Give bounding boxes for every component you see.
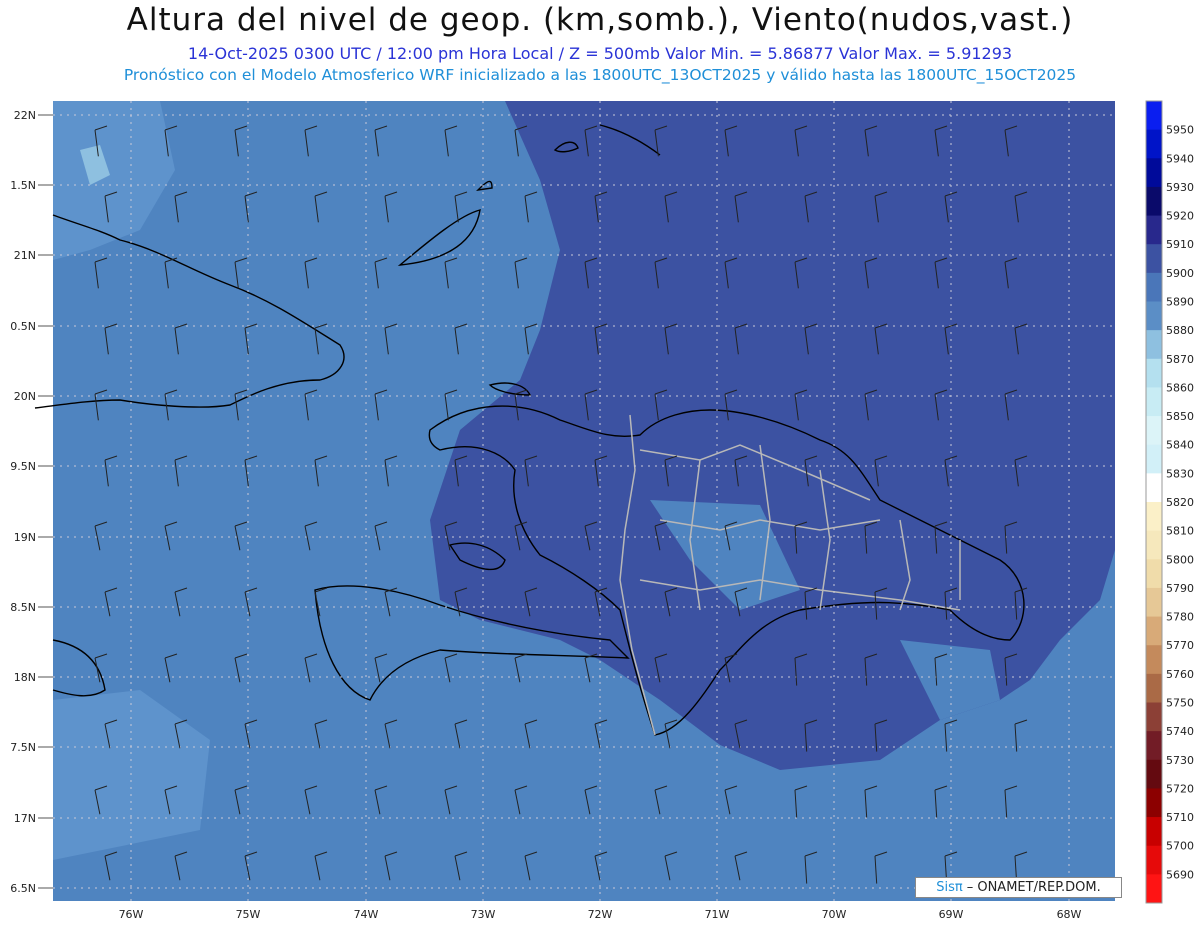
colorbar-swatch bbox=[1146, 444, 1162, 474]
colorbar-label: 5830 bbox=[1166, 467, 1194, 480]
colorbar-swatch bbox=[1146, 129, 1162, 159]
lat-axis: 22N 1.5N 21N 0.5N 20N 9.5N 19N 8.5N 18N … bbox=[10, 109, 36, 895]
colorbar-label: 5940 bbox=[1166, 152, 1194, 165]
colorbar-swatch bbox=[1146, 215, 1162, 245]
colorbar-label: 5770 bbox=[1166, 639, 1194, 652]
colorbar-swatch bbox=[1146, 874, 1162, 904]
colorbar-swatch bbox=[1146, 358, 1162, 388]
lat-ticks bbox=[38, 114, 53, 889]
map-title: Altura del nivel de geop. (km,somb.), Vi… bbox=[126, 2, 1074, 38]
credit-logo: Sisπ bbox=[936, 880, 963, 895]
colorbar-label: 5760 bbox=[1166, 668, 1194, 681]
colorbar-label: 5890 bbox=[1166, 296, 1194, 309]
colorbar-label: 5700 bbox=[1166, 840, 1194, 853]
colorbar-swatch bbox=[1146, 158, 1162, 188]
lat-label: 19N bbox=[14, 531, 36, 544]
colorbar-swatch bbox=[1146, 845, 1162, 875]
lat-label: 8.5N bbox=[10, 601, 36, 614]
colorbar-swatch bbox=[1146, 502, 1162, 532]
colorbar-swatch bbox=[1146, 244, 1162, 274]
colorbar-label: 5930 bbox=[1166, 181, 1194, 194]
lon-label: 68W bbox=[1057, 908, 1082, 921]
lon-label: 74W bbox=[354, 908, 379, 921]
credit-text: – ONAMET/REP.DOM. bbox=[966, 880, 1101, 895]
lon-label: 75W bbox=[236, 908, 261, 921]
colorbar-swatch bbox=[1146, 673, 1162, 703]
colorbar-label: 5800 bbox=[1166, 553, 1194, 566]
colorbar-swatch bbox=[1146, 530, 1162, 560]
lat-label: 9.5N bbox=[10, 460, 36, 473]
lat-label: 21N bbox=[14, 249, 36, 262]
colorbar-label: 5740 bbox=[1166, 725, 1194, 738]
lat-label: 0.5N bbox=[10, 320, 36, 333]
colorbar-label: 5710 bbox=[1166, 811, 1194, 824]
lon-label: 72W bbox=[588, 908, 613, 921]
map-area: 22N 1.5N 21N 0.5N 20N 9.5N 19N 8.5N 18N … bbox=[0, 96, 1200, 927]
lat-label: 1.5N bbox=[10, 179, 36, 192]
lon-label: 70W bbox=[822, 908, 847, 921]
colorbar-label: 5690 bbox=[1166, 868, 1194, 881]
colorbar-label: 5810 bbox=[1166, 525, 1194, 538]
lon-label: 69W bbox=[939, 908, 964, 921]
credit-box: Sisπ – ONAMET/REP.DOM. bbox=[915, 877, 1122, 898]
lat-label: 17N bbox=[14, 812, 36, 825]
lon-label: 73W bbox=[471, 908, 496, 921]
lat-label: 22N bbox=[14, 109, 36, 122]
lat-label: 6.5N bbox=[10, 882, 36, 895]
colorbar-swatch bbox=[1146, 186, 1162, 217]
map-subtitle-time: 14-Oct-2025 0300 UTC / 12:00 pm Hora Loc… bbox=[187, 44, 1013, 63]
colorbar-label: 5950 bbox=[1166, 124, 1194, 137]
colorbar-label: 5920 bbox=[1166, 210, 1194, 223]
colorbar-swatch bbox=[1146, 645, 1162, 675]
colorbar-swatch bbox=[1146, 759, 1162, 789]
colorbar-label: 5750 bbox=[1166, 697, 1194, 710]
colorbar-label: 5880 bbox=[1166, 324, 1194, 337]
colorbar-label: 5900 bbox=[1166, 267, 1194, 280]
colorbar-label: 5780 bbox=[1166, 611, 1194, 624]
colorbar-swatch bbox=[1146, 731, 1162, 761]
colorbar-swatch bbox=[1146, 587, 1162, 618]
colorbar-swatch bbox=[1146, 616, 1162, 646]
colorbar-swatch bbox=[1146, 387, 1162, 417]
lon-label: 76W bbox=[119, 908, 144, 921]
colorbar-swatch bbox=[1146, 330, 1162, 360]
lat-label: 20N bbox=[14, 390, 36, 403]
colorbar: 5950 5940 5930 5920 5910 5900 5890 5880 5870 5860… bbox=[1145, 100, 1194, 904]
colorbar-swatch bbox=[1146, 416, 1162, 446]
colorbar-label: 5860 bbox=[1166, 381, 1194, 394]
lon-axis: 76W 75W 74W 73W 72W 71W 70W 69W 68W bbox=[119, 908, 1082, 921]
colorbar-swatch bbox=[1146, 788, 1162, 818]
colorbar-swatch bbox=[1146, 559, 1162, 589]
colorbar-label: 5720 bbox=[1166, 782, 1194, 795]
colorbar-swatch bbox=[1146, 272, 1162, 302]
colorbar-swatch bbox=[1146, 101, 1162, 131]
lon-label: 71W bbox=[705, 908, 730, 921]
colorbar-label: 5910 bbox=[1166, 238, 1194, 251]
map-subtitle-model: Pronóstico con el Modelo Atmosferico WRF… bbox=[123, 66, 1077, 84]
colorbar-label: 5840 bbox=[1166, 439, 1194, 452]
colorbar-label: 5850 bbox=[1166, 410, 1194, 423]
colorbar-swatch bbox=[1146, 301, 1162, 331]
lat-label: 7.5N bbox=[10, 741, 36, 754]
colorbar-swatch bbox=[1146, 702, 1162, 732]
colorbar-swatch bbox=[1146, 817, 1162, 847]
colorbar-label: 5870 bbox=[1166, 353, 1194, 366]
colorbar-swatch bbox=[1146, 473, 1162, 503]
colorbar-label: 5820 bbox=[1166, 496, 1194, 509]
colorbar-label: 5790 bbox=[1166, 582, 1194, 595]
colorbar-label: 5730 bbox=[1166, 754, 1194, 767]
lat-label: 18N bbox=[14, 671, 36, 684]
